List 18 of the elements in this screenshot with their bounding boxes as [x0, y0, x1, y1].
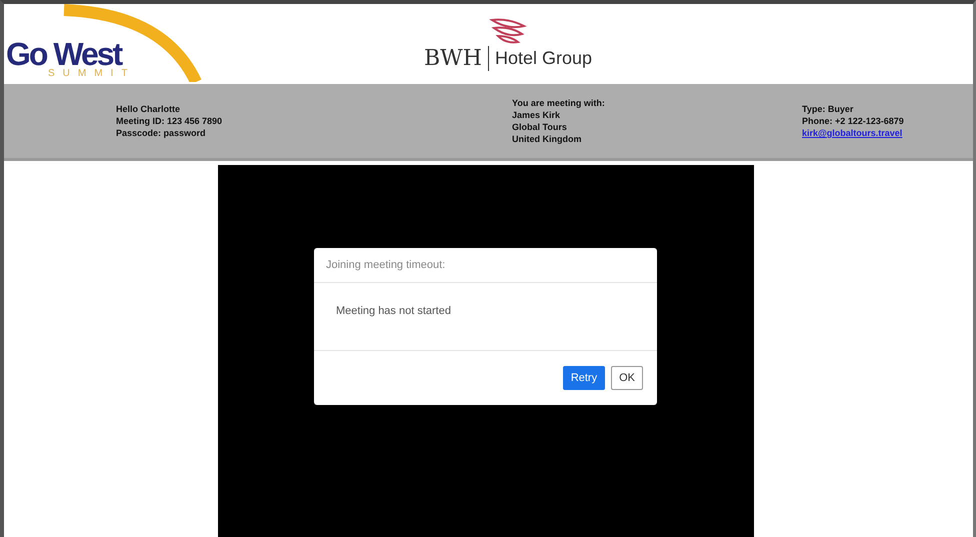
dialog-title: Joining meeting timeout: [314, 248, 657, 282]
info-text: Global Tours [512, 122, 568, 132]
hotel-brand: BWH [424, 46, 489, 70]
event-logo-subtitle: SUMMIT [48, 68, 136, 79]
info-text: Hello Charlotte [116, 104, 182, 114]
retry-button[interactable]: Retry [562, 366, 606, 390]
info-text: You are meeting with: [512, 98, 606, 108]
email-link[interactable]: kirk@globaltours.travel [802, 128, 973, 138]
lotus-icon [488, 16, 528, 46]
dialog-message: Meeting has not started [314, 282, 657, 350]
info-text: Passcode: password [116, 128, 207, 138]
ok-button[interactable]: OK [611, 366, 643, 390]
info-text: Phone: +2 122-123-6879 [802, 116, 905, 126]
info-text: Type: Buyer [802, 104, 854, 114]
info-text: United Kingdom [512, 134, 582, 144]
info-text: Meeting ID: 123 456 7890 [116, 116, 224, 126]
info-text: James Kirk [512, 110, 562, 120]
hotel-name: Hotel Group [494, 48, 592, 68]
